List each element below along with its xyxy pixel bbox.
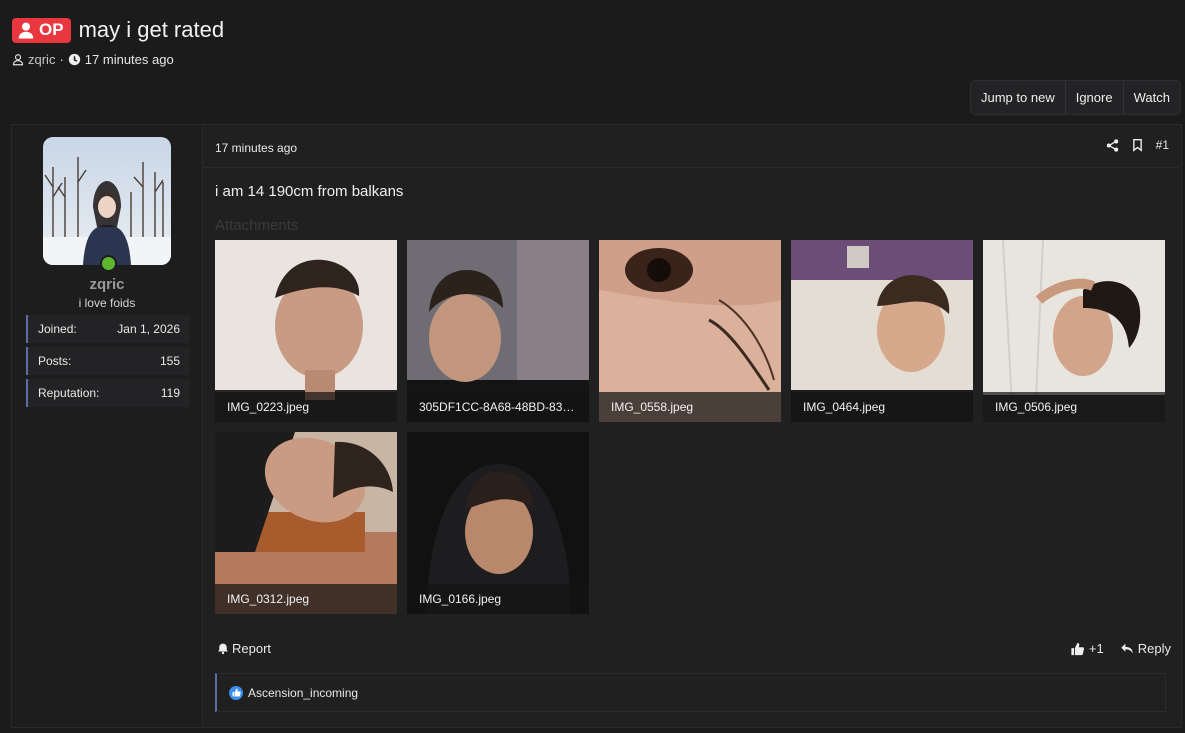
report-button[interactable]: Report xyxy=(217,641,271,656)
report-label: Report xyxy=(232,641,272,656)
attachment-thumbnail[interactable]: IMG_0166.jpeg xyxy=(407,432,589,614)
share-icon[interactable] xyxy=(1106,138,1119,152)
thread-toolbar: Jump to new Ignore Watch xyxy=(970,80,1181,115)
post-header: 17 minutes ago #1 xyxy=(203,125,1179,168)
bell-icon xyxy=(218,643,228,655)
post-body-text: i am 14 190cm from balkans xyxy=(215,183,404,200)
stat-joined: Joined: Jan 1, 2026 xyxy=(26,315,190,343)
like-button[interactable]: +1 xyxy=(1070,641,1104,656)
jump-to-new-button[interactable]: Jump to new xyxy=(971,81,1065,114)
stat-value: 155 xyxy=(159,354,180,368)
attachment-caption: 305DF1CC-8A68-48BD-839... xyxy=(407,392,589,422)
post-main: 17 minutes ago #1 i am 14 190cm from bal… xyxy=(203,125,1181,727)
post-time[interactable]: 17 minutes ago xyxy=(215,141,297,155)
attachment-caption: IMG_0312.jpeg xyxy=(215,584,397,614)
reactions-bar[interactable]: Ascension_incoming xyxy=(215,673,1166,712)
bookmark-icon[interactable] xyxy=(1131,138,1144,152)
stat-reputation: Reputation: 119 xyxy=(26,379,190,407)
attachment-caption: IMG_0506.jpeg xyxy=(983,392,1165,422)
attachments-label: Attachments xyxy=(215,217,299,234)
like-count: +1 xyxy=(1088,641,1104,656)
thread-header: OP may i get rated zqric · 17 minutes ag… xyxy=(12,17,224,67)
username[interactable]: zqric xyxy=(12,276,202,293)
attachment-thumbnail[interactable]: IMG_0223.jpeg xyxy=(215,240,397,422)
watch-button[interactable]: Watch xyxy=(1122,81,1180,114)
thread-meta: zqric · 17 minutes ago xyxy=(12,52,224,67)
reply-label: Reply xyxy=(1137,641,1171,656)
stat-label: Joined: xyxy=(38,322,77,336)
avatar[interactable] xyxy=(43,137,171,265)
attachment-thumbnail[interactable]: 305DF1CC-8A68-48BD-839... xyxy=(407,240,589,422)
attachment-thumbnail[interactable]: IMG_0506.jpeg xyxy=(983,240,1165,422)
ignore-button[interactable]: Ignore xyxy=(1064,81,1123,114)
post-number[interactable]: #1 xyxy=(1156,138,1169,152)
reply-icon xyxy=(1121,643,1133,654)
like-reaction-icon xyxy=(229,685,243,700)
stat-value: 119 xyxy=(160,386,180,400)
reply-button[interactable]: Reply xyxy=(1120,641,1171,656)
user-sidebar: zqric i love foids Joined: Jan 1, 2026 P… xyxy=(12,125,203,727)
stat-value: Jan 1, 2026 xyxy=(117,322,180,336)
online-indicator xyxy=(100,255,117,272)
attachment-thumbnail[interactable]: IMG_0464.jpeg xyxy=(791,240,973,422)
thread-time[interactable]: 17 minutes ago xyxy=(85,52,174,67)
clock-icon xyxy=(68,53,80,66)
stat-posts: Posts: 155 xyxy=(26,347,190,375)
stat-label: Posts: xyxy=(38,354,72,368)
post-footer-actions: +1 Reply xyxy=(1070,641,1171,656)
attachment-caption: IMG_0166.jpeg xyxy=(407,584,589,614)
user-icon xyxy=(18,22,34,39)
attachment-caption: IMG_0223.jpeg xyxy=(215,392,397,422)
user-icon xyxy=(12,54,24,66)
stat-label: Reputation: xyxy=(38,386,100,400)
post-container: zqric i love foids Joined: Jan 1, 2026 P… xyxy=(11,124,1182,728)
attachment-caption: IMG_0558.jpeg xyxy=(599,392,781,422)
user-title: i love foids xyxy=(78,296,136,310)
attachment-thumbnail[interactable]: IMG_0312.jpeg xyxy=(215,432,397,614)
op-badge-label: OP xyxy=(39,20,64,39)
attachment-caption: IMG_0464.jpeg xyxy=(791,392,973,422)
thread-title: may i get rated xyxy=(78,17,225,42)
thread-author-link[interactable]: zqric xyxy=(28,52,55,67)
reaction-user-link[interactable]: Ascension_incoming xyxy=(248,686,358,700)
thumbs-up-icon xyxy=(1071,642,1084,655)
meta-separator: · xyxy=(59,52,64,67)
attachment-thumbnail[interactable]: IMG_0558.jpeg xyxy=(599,240,781,422)
post-actions: #1 xyxy=(1106,138,1169,152)
op-badge: OP xyxy=(12,17,71,43)
